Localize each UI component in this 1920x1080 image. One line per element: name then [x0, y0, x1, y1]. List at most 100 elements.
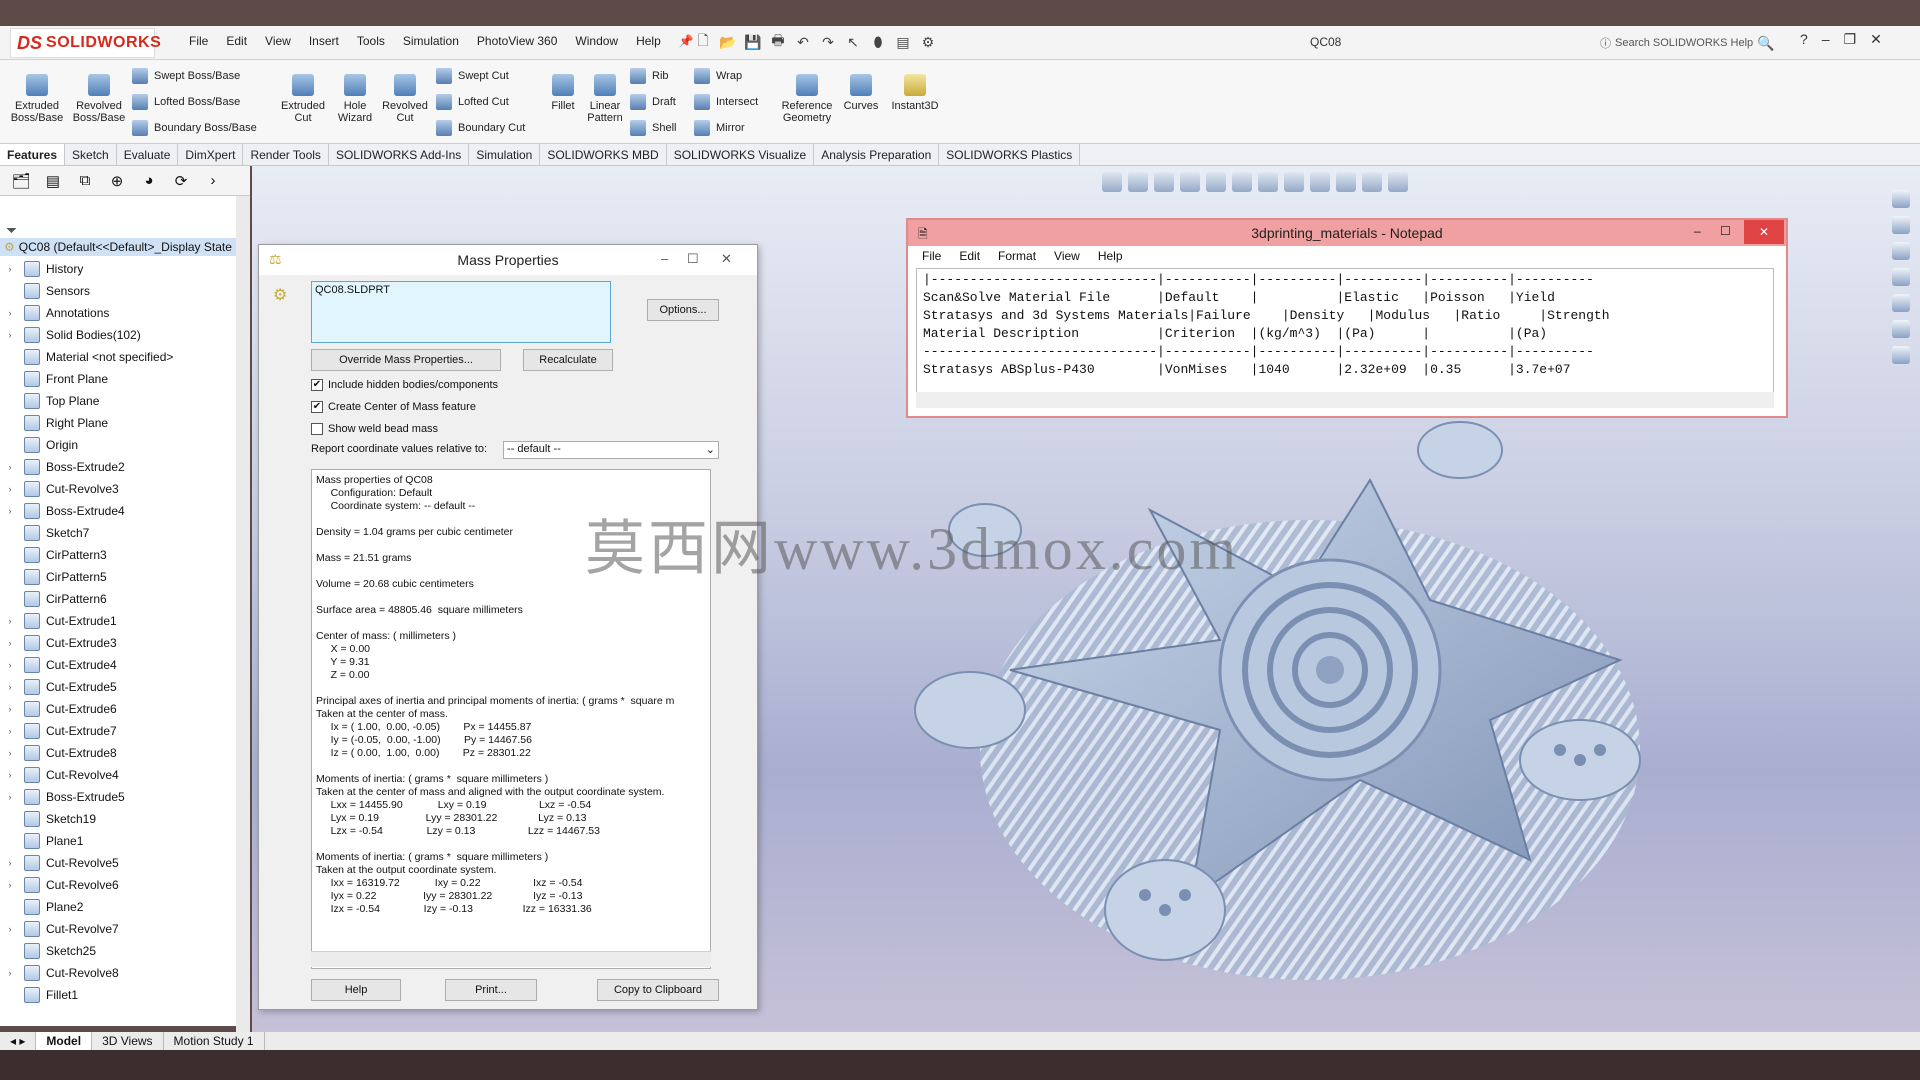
new-document-icon[interactable]: 🗋	[694, 32, 712, 51]
dynamic-annotation-icon[interactable]	[1206, 172, 1226, 192]
recalculate-button[interactable]: Recalculate	[523, 349, 613, 371]
instant3d-button[interactable]: Instant3D	[886, 74, 944, 112]
feature-tree-item[interactable]: › Solid Bodies(102)	[0, 324, 240, 346]
expand-arrow-icon[interactable]: ›	[4, 726, 16, 736]
feature-tree-item[interactable]: Sketch7	[0, 522, 240, 544]
tab-evaluate[interactable]: Evaluate	[117, 144, 179, 165]
feature-tree-item[interactable]: › Cut-Revolve8	[0, 962, 240, 984]
display-monitor-icon[interactable]	[1388, 172, 1408, 192]
shell-button[interactable]: Shell	[630, 120, 676, 136]
feature-tree-item[interactable]: › Cut-Revolve4	[0, 764, 240, 786]
tab-render-tools[interactable]: Render Tools	[243, 144, 329, 165]
feature-tree-item[interactable]: › Cut-Extrude6	[0, 698, 240, 720]
tab-visualize[interactable]: SOLIDWORKS Visualize	[667, 144, 815, 165]
feature-tree-item[interactable]: CirPattern5	[0, 566, 240, 588]
feature-manager-icon[interactable]: 🗂	[8, 170, 34, 192]
tab-3d-views[interactable]: 3D Views	[92, 1032, 164, 1050]
dimxpert-manager-icon[interactable]: ⊕	[104, 170, 130, 192]
open-icon[interactable]: 📂	[719, 33, 737, 51]
feature-tree-item[interactable]: › Cut-Revolve3	[0, 478, 240, 500]
expand-arrow-icon[interactable]: ›	[4, 748, 16, 758]
apply-scene-icon[interactable]	[1336, 172, 1356, 192]
feature-tree-root[interactable]: ⚙ QC08 (Default<<Default>_Display State	[0, 238, 240, 256]
report-horizontal-scrollbar[interactable]	[311, 951, 711, 967]
maximize-icon[interactable]: ☐	[687, 251, 699, 267]
selected-items-box[interactable]: QC08.SLDPRT	[311, 281, 611, 343]
menu-insert[interactable]: Insert	[300, 34, 348, 48]
zoom-area-icon[interactable]	[1128, 172, 1148, 192]
feature-tree-item[interactable]: Right Plane	[0, 412, 240, 434]
menu-view[interactable]: View	[256, 34, 300, 48]
close-icon[interactable]: ✕	[721, 251, 732, 267]
display-style-icon[interactable]	[1258, 172, 1278, 192]
close-icon[interactable]: ✕	[1744, 220, 1784, 244]
override-mass-properties-button[interactable]: Override Mass Properties...	[311, 349, 501, 371]
redo-icon[interactable]: ↷	[819, 33, 837, 51]
expand-arrow-icon[interactable]: ›	[4, 880, 16, 890]
expand-arrow-icon[interactable]: ›	[4, 792, 16, 802]
tab-mbd[interactable]: SOLIDWORKS MBD	[540, 144, 667, 165]
menu-file[interactable]: File	[180, 34, 217, 48]
feature-tree-item[interactable]: › Cut-Extrude7	[0, 720, 240, 742]
maximize-icon[interactable]: ☐	[1720, 224, 1731, 238]
home-icon[interactable]	[1892, 190, 1910, 208]
rib-button[interactable]: Rib	[630, 68, 669, 84]
tab-scroll-arrows[interactable]: ◂ ▸	[0, 1032, 37, 1050]
notepad-menu-edit[interactable]: Edit	[959, 249, 980, 263]
search-input[interactable]: Search SOLIDWORKS Help	[1615, 37, 1753, 49]
feature-tree-item[interactable]: Sketch19	[0, 808, 240, 830]
file-properties-icon[interactable]: ▤	[894, 33, 912, 51]
feature-tree-item[interactable]: › Cut-Revolve7	[0, 918, 240, 940]
notepad-horizontal-scrollbar[interactable]	[916, 392, 1774, 408]
configuration-manager-icon[interactable]: ⧉	[72, 170, 98, 192]
notepad-menu-format[interactable]: Format	[998, 249, 1036, 263]
feature-tree-item[interactable]: Plane1	[0, 830, 240, 852]
save-icon[interactable]: 💾	[744, 33, 762, 51]
tab-model[interactable]: Model	[36, 1032, 93, 1050]
swept-boss-button[interactable]: Swept Boss/Base	[132, 68, 240, 84]
print-icon[interactable]: 🖶	[769, 32, 787, 51]
feature-tree-item[interactable]: › Cut-Revolve5	[0, 852, 240, 874]
feature-tree-item[interactable]: CirPattern6	[0, 588, 240, 610]
expand-arrow-icon[interactable]: ›	[4, 264, 16, 274]
expand-arrow-icon[interactable]: ›	[4, 484, 16, 494]
design-library-icon[interactable]	[1892, 216, 1910, 234]
feature-tree-item[interactable]: › Cut-Extrude8	[0, 742, 240, 764]
boundary-cut-button[interactable]: Boundary Cut	[436, 120, 525, 136]
revolved-cut-button[interactable]: Revolved Cut	[376, 74, 434, 124]
notepad-menu-file[interactable]: File	[922, 249, 941, 263]
options-gear-icon[interactable]: ⚙	[919, 33, 937, 51]
feature-tree-item[interactable]: › Boss-Extrude4	[0, 500, 240, 522]
feature-tree-item[interactable]: Top Plane	[0, 390, 240, 412]
previous-view-icon[interactable]	[1154, 172, 1174, 192]
tab-dimxpert[interactable]: DimXpert	[178, 144, 244, 165]
solidworks-logo[interactable]: DS SOLIDWORKS	[10, 28, 161, 58]
feature-tree-item[interactable]: › Boss-Extrude2	[0, 456, 240, 478]
expand-arrow-icon[interactable]: ›	[4, 638, 16, 648]
expand-arrow-icon[interactable]: ›	[4, 506, 16, 516]
feature-tree-item[interactable]: › History	[0, 258, 240, 280]
extruded-cut-button[interactable]: Extruded Cut	[274, 74, 332, 124]
view-settings-icon[interactable]	[1362, 172, 1382, 192]
help-button[interactable]: Help	[311, 979, 401, 1001]
expand-arrow-icon[interactable]: ›	[4, 858, 16, 868]
expand-arrow-icon[interactable]: ›	[4, 682, 16, 692]
feature-tree-item[interactable]: › Cut-Extrude5	[0, 676, 240, 698]
minimize-icon[interactable]: –	[1822, 31, 1830, 48]
expand-arrow-icon[interactable]: ›	[4, 924, 16, 934]
feature-tree-item[interactable]: › Annotations	[0, 302, 240, 324]
notepad-text-area[interactable]: |-----------------------------|---------…	[916, 268, 1774, 398]
hide-show-icon[interactable]	[1284, 172, 1304, 192]
filter-icon[interactable]: ⏷	[6, 222, 17, 239]
notepad-menu-help[interactable]: Help	[1098, 249, 1123, 263]
view-orientation-icon[interactable]	[1232, 172, 1252, 192]
print-button[interactable]: Print...	[445, 979, 537, 1001]
draft-button[interactable]: Draft	[630, 94, 676, 110]
reference-geometry-button[interactable]: Reference Geometry	[778, 74, 836, 124]
linear-pattern-button[interactable]: Linear Pattern	[576, 74, 634, 124]
custom-properties-icon[interactable]	[1892, 320, 1910, 338]
file-explorer-icon[interactable]	[1892, 242, 1910, 260]
intersect-button[interactable]: Intersect	[694, 94, 758, 110]
wrap-button[interactable]: Wrap	[694, 68, 742, 84]
select-icon[interactable]: ↖	[844, 33, 862, 51]
